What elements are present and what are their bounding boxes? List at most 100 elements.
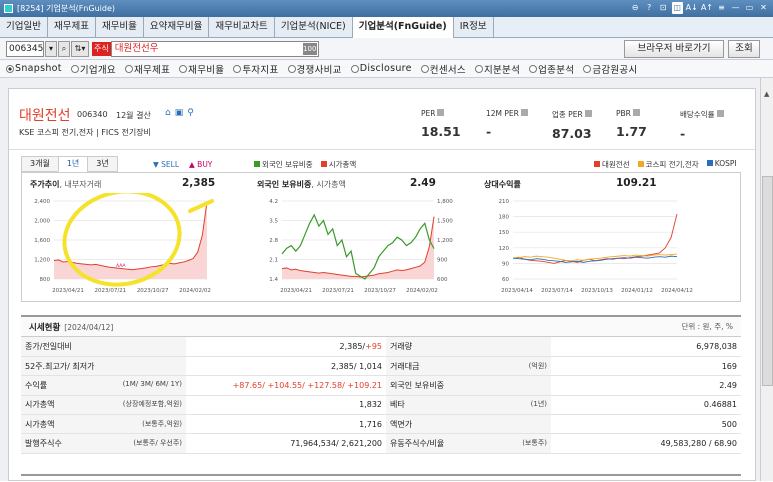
price-chart[interactable]: 2,400 2,000 1,600 1,200 800 AAA 2023/04/21 2023… bbox=[22, 193, 262, 301]
chart-title-relative: 상대수익률 bbox=[484, 180, 521, 189]
chart-title-text: 주가추이 bbox=[30, 180, 60, 189]
radio-4[interactable]: 투자지표 bbox=[233, 62, 278, 76]
tab-financial-ratios[interactable]: 재무비율 bbox=[95, 17, 144, 37]
help-icon[interactable]: ? bbox=[644, 2, 655, 14]
relative-return-chart[interactable]: 210 180 150 120 90 60 2023/04/14 2023/07/14 2023… bbox=[477, 193, 739, 301]
row-label-text: 종가/전일대비 bbox=[25, 341, 72, 351]
scroll-up-icon[interactable]: ▲ bbox=[764, 90, 769, 98]
market-cap-area bbox=[282, 216, 434, 279]
sort-icon[interactable]: ⇅▾ bbox=[71, 40, 89, 57]
location-pin-icon[interactable]: ⚲ bbox=[187, 108, 194, 118]
tab-3m[interactable]: 3개월 bbox=[21, 156, 59, 172]
row-label-text: 유동주식수/비율 bbox=[390, 439, 445, 449]
radio-6[interactable]: Disclosure bbox=[350, 63, 412, 74]
table-row: 시가총액 (보통주,억원) 1,716 액면가 500 bbox=[21, 414, 741, 435]
x-tick-label: 2023/10/13 bbox=[581, 288, 613, 294]
metric-industry-per: 업종 PER 87.03 bbox=[552, 109, 592, 141]
radio-dot-icon bbox=[583, 64, 592, 73]
radio-label: 투자지표 bbox=[242, 64, 279, 76]
browser-shortcut-button[interactable]: 브라우저 바로가기 bbox=[624, 40, 724, 58]
tab-analysis-fnguide[interactable]: 기업분석(FnGuide) bbox=[352, 17, 454, 38]
tab-financial-statements[interactable]: 재무제표 bbox=[47, 17, 96, 37]
tab-analysis-nice[interactable]: 기업분석(NICE) bbox=[274, 17, 353, 37]
row-value-text: 500 bbox=[721, 419, 737, 429]
radio-8[interactable]: 지분분석 bbox=[474, 62, 520, 76]
vertical-scrollbar[interactable]: ▲ bbox=[760, 78, 773, 481]
info-icon[interactable] bbox=[520, 109, 528, 116]
radio-9[interactable]: 업종분석 bbox=[529, 62, 574, 76]
stock-name-field[interactable]: 대원전선우 100 bbox=[110, 40, 319, 57]
radio-3[interactable]: 재무비율 bbox=[179, 62, 224, 76]
stock-code-input[interactable]: 006345 bbox=[6, 40, 44, 57]
row-value-text: 169 bbox=[721, 361, 737, 371]
number-badge: 100 bbox=[302, 42, 317, 55]
layout-icon[interactable]: ◫ bbox=[671, 2, 683, 14]
stock-type-badge: 주식 bbox=[92, 41, 111, 56]
legend-swatch bbox=[637, 161, 644, 167]
close-icon[interactable]: ✕ bbox=[758, 2, 769, 14]
font-decrease-icon[interactable]: A↓ bbox=[686, 2, 698, 14]
metric-value: 1.77 bbox=[616, 124, 647, 139]
y-tick-label: 1,600 bbox=[34, 238, 50, 244]
tab-company-general[interactable]: 기업일반 bbox=[0, 17, 48, 37]
divider bbox=[9, 149, 755, 150]
tab-ir-info[interactable]: IR정보 bbox=[453, 17, 494, 37]
font-increase-icon[interactable]: A↑ bbox=[701, 2, 713, 14]
radio-0[interactable]: Snapshot bbox=[6, 63, 62, 74]
query-button[interactable]: 조회 bbox=[728, 40, 760, 58]
info-icon[interactable] bbox=[437, 109, 445, 116]
x-tick-label: 2023/04/21 bbox=[280, 288, 312, 294]
row-label: 외국인 보유비중 bbox=[386, 375, 551, 396]
info-icon[interactable] bbox=[632, 109, 640, 116]
row-value: 6,978,038 bbox=[551, 337, 741, 357]
info-icon[interactable] bbox=[584, 110, 592, 117]
chart-title-price: 주가추이, 내부자거래 bbox=[30, 179, 101, 190]
section-title: 시세현황 bbox=[29, 322, 61, 333]
metric-per: PER 18.51 bbox=[421, 109, 461, 139]
row-value: 2.49 bbox=[551, 375, 741, 396]
radio-dot-icon bbox=[179, 64, 188, 73]
link-icon[interactable]: ⊖ bbox=[630, 2, 641, 14]
legend-label: 대원전선 bbox=[602, 160, 630, 169]
radio-1[interactable]: 기업개요 bbox=[70, 62, 116, 76]
metric-label: PER bbox=[421, 109, 436, 118]
main-tabs: 기업일반 재무제표 재무비율 요약재무비율 재무비교차트 기업분석(NICE) … bbox=[0, 17, 773, 38]
info-icon[interactable] bbox=[716, 110, 724, 117]
radio-5[interactable]: 경쟁사비교 bbox=[287, 62, 342, 76]
row-value-text: 6,978,038 bbox=[696, 341, 737, 351]
app-icon bbox=[4, 4, 13, 13]
radio-7[interactable]: 컨센서스 bbox=[420, 62, 466, 76]
row-label-text: 시가총액 bbox=[25, 419, 55, 429]
tab-summary-ratios[interactable]: 요약재무비율 bbox=[143, 17, 210, 37]
tab-3y[interactable]: 3년 bbox=[87, 156, 118, 172]
tab-1y[interactable]: 1년 bbox=[57, 156, 89, 172]
row-label-note: (상장예정포함,억원) bbox=[122, 400, 182, 409]
dropdown-arrow-icon[interactable]: ▾ bbox=[45, 40, 57, 57]
report-icon[interactable]: ▣ bbox=[175, 108, 184, 118]
chart-value-price: 2,385 bbox=[182, 177, 216, 189]
row-value: 71,964,534/ 2,621,200 bbox=[186, 433, 386, 454]
y-tick-label: 600 bbox=[437, 277, 448, 283]
x-tick-label: 2023/04/21 bbox=[52, 288, 84, 294]
radio-label: Disclosure bbox=[359, 63, 412, 74]
radio-10[interactable]: 금감원공시 bbox=[583, 62, 637, 76]
foreign-ownership-chart[interactable]: 4.2 3.5 2.8 2.1 1.4 1,800 1,500 1,200 900 600 2023… bbox=[254, 193, 486, 301]
legend-item: 시가총액 bbox=[320, 159, 357, 170]
scroll-thumb[interactable] bbox=[762, 176, 773, 386]
metric-value: 18.51 bbox=[421, 124, 461, 139]
metric-value: - bbox=[680, 126, 686, 141]
unit-label: 단위 : 원, 주, % bbox=[681, 322, 733, 331]
radio-label: 재무비율 bbox=[188, 64, 225, 76]
menu-icon[interactable]: ≡ bbox=[716, 2, 727, 14]
tab-compare-chart[interactable]: 재무비교차트 bbox=[209, 17, 275, 37]
market-cap-line bbox=[281, 216, 435, 278]
home-icon[interactable]: ⌂ bbox=[165, 108, 171, 118]
row-value: 500 bbox=[551, 414, 741, 435]
table-row: 52주.최고가/ 최저가 2,385/ 1,014 거래대금 (억원) 169 bbox=[21, 356, 741, 377]
maximize-icon[interactable]: ▭ bbox=[744, 2, 755, 14]
search-icon[interactable]: ⌕ bbox=[58, 40, 70, 57]
legend-label: 시가총액 bbox=[328, 160, 357, 169]
radio-2[interactable]: 재무제표 bbox=[124, 62, 170, 76]
minimize-icon[interactable]: — bbox=[730, 2, 741, 14]
pin-icon[interactable]: ⊡ bbox=[658, 2, 669, 14]
